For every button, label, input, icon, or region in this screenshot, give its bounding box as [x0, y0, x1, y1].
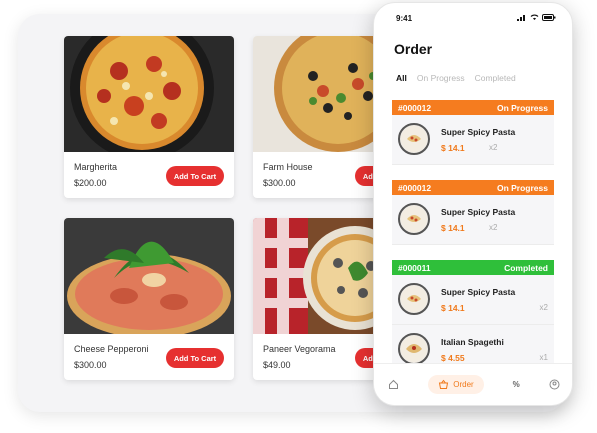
- order-id: #000012: [398, 102, 432, 113]
- order-tabs: All On Progress Completed: [396, 73, 516, 83]
- item-quantity: x2: [539, 303, 548, 312]
- product-price: $300.00: [263, 178, 296, 188]
- item-price: $ 14.1: [441, 303, 465, 313]
- nav-order-label: Order: [453, 380, 474, 389]
- signal-icon: [517, 15, 525, 21]
- order-status: Completed: [504, 262, 548, 273]
- status-time: 9:41: [396, 14, 413, 23]
- item-price: $ 14.1: [441, 223, 465, 233]
- add-to-cart-button[interactable]: Add To Cart: [166, 348, 224, 368]
- pasta-image: [398, 123, 430, 155]
- stage: Margherita $200.00 Add To Cart Farm Hous…: [0, 0, 597, 433]
- battery-icon: [542, 14, 556, 21]
- product-name: Paneer Vegorama: [263, 344, 336, 354]
- item-price: $ 4.55: [441, 353, 465, 363]
- order-status: On Progress: [496, 182, 548, 193]
- basket-icon: [439, 379, 449, 389]
- item-name: Super Spicy Pasta: [441, 127, 516, 137]
- item-name: Super Spicy Pasta: [441, 287, 516, 297]
- nav-home[interactable]: [388, 379, 399, 390]
- tab-on-progress[interactable]: On Progress: [417, 73, 465, 83]
- product-price: $300.00: [74, 360, 107, 370]
- nav-profile[interactable]: [549, 379, 560, 390]
- item-price: $ 14.1: [441, 143, 465, 153]
- order-header: #000012 On Progress: [392, 100, 554, 115]
- product-price: $49.00: [263, 360, 291, 370]
- pasta-image: [398, 203, 430, 235]
- pasta-image: [398, 283, 430, 315]
- order-item[interactable]: Super Spicy Pasta $ 14.1 x2: [392, 275, 554, 325]
- product-card[interactable]: Margherita $200.00 Add To Cart: [64, 36, 234, 198]
- product-name: Farm House: [263, 162, 313, 172]
- nav-order[interactable]: Order: [428, 375, 484, 394]
- order-id: #000012: [398, 182, 432, 193]
- order-status: On Progress: [496, 102, 548, 113]
- item-name: Italian Spagethi: [441, 337, 504, 347]
- item-name: Super Spicy Pasta: [441, 207, 516, 217]
- status-icons: [517, 14, 556, 21]
- product-name: Margherita: [74, 162, 118, 172]
- order-id: #000011: [398, 262, 431, 273]
- product-image-cheese-pepperoni: [64, 218, 234, 334]
- item-quantity: x2: [489, 223, 498, 232]
- add-to-cart-button[interactable]: Add To Cart: [166, 166, 224, 186]
- order-item[interactable]: Super Spicy Pasta $ 14.1 x2: [392, 195, 554, 245]
- order-header: #000012 On Progress: [392, 180, 554, 195]
- item-quantity: x1: [539, 353, 548, 362]
- product-name: Cheese Pepperoni: [74, 344, 149, 354]
- order-card[interactable]: #000012 On Progress Super Spicy Pasta $ …: [392, 100, 554, 165]
- phone-frame: 9:41 Order All On Progress Completed #00…: [373, 2, 573, 406]
- bottom-nav: Order %: [374, 363, 572, 405]
- spaghetti-image: [398, 333, 430, 365]
- nav-offers[interactable]: %: [513, 380, 520, 389]
- product-card[interactable]: Cheese Pepperoni $300.00 Add To Cart: [64, 218, 234, 380]
- order-header: #000011 Completed: [392, 260, 554, 275]
- wifi-icon: [530, 14, 539, 20]
- profile-icon: [549, 379, 560, 390]
- order-item[interactable]: Super Spicy Pasta $ 14.1 x2: [392, 115, 554, 165]
- product-price: $200.00: [74, 178, 107, 188]
- order-card[interactable]: #000012 On Progress Super Spicy Pasta $ …: [392, 180, 554, 245]
- home-icon: [389, 379, 399, 389]
- page-title: Order: [394, 41, 433, 57]
- tab-completed[interactable]: Completed: [475, 73, 516, 83]
- tab-all[interactable]: All: [396, 73, 407, 83]
- product-image-margherita: [64, 36, 234, 152]
- item-quantity: x2: [489, 143, 498, 152]
- percent-icon: %: [512, 380, 520, 389]
- order-card[interactable]: #000011 Completed Super Spicy Pasta $ 14…: [392, 260, 554, 375]
